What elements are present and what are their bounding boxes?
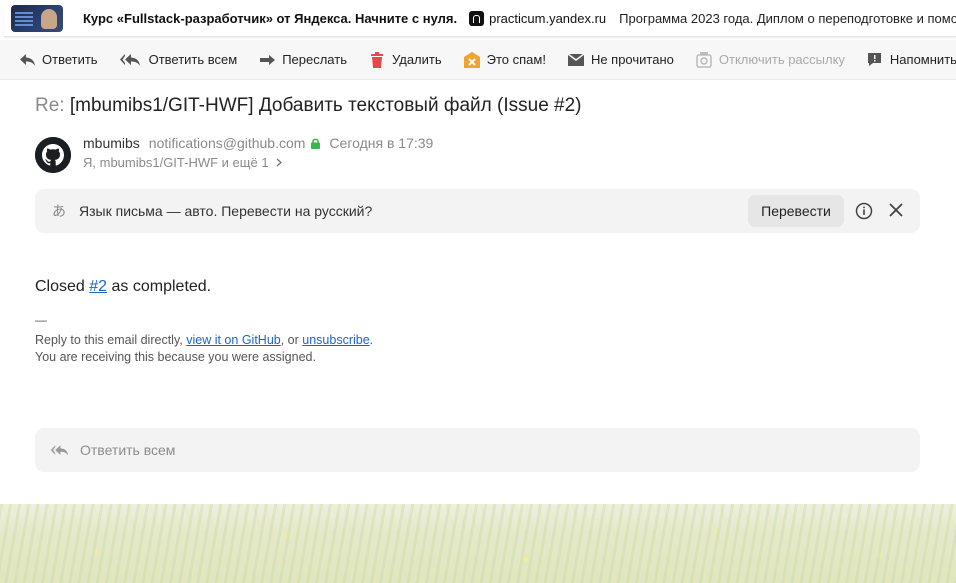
spam-label: Это спам! (486, 52, 546, 67)
unsubscribe-button[interactable]: Отключить рассылку (695, 51, 845, 68)
delete-button[interactable]: Удалить (368, 51, 442, 68)
quick-reply-label: Ответить всем (80, 442, 176, 458)
quick-reply-all-box[interactable]: Ответить всем (35, 428, 920, 472)
subject-prefix: Re: (35, 95, 65, 116)
message-date: Сегодня в 17:39 (329, 135, 434, 151)
unsubscribe-link[interactable]: unsubscribe (302, 333, 369, 347)
remind-button[interactable]: Напомнить (866, 52, 956, 68)
sender-avatar[interactable] (35, 137, 71, 173)
closed-suffix: as completed. (111, 278, 212, 295)
unsubscribe-label: Отключить рассылку (718, 52, 845, 67)
chevron-right-icon (276, 158, 282, 167)
forward-label: Переслать (282, 52, 347, 67)
delete-label: Удалить (391, 52, 442, 67)
reply-all-label: Ответить всем (148, 52, 238, 67)
sender-name[interactable]: mbumibs (83, 135, 140, 151)
translate-bar: あ Язык письма — авто. Перевести на русск… (35, 189, 920, 233)
spam-icon (463, 51, 481, 68)
spam-button[interactable]: Это спам! (463, 51, 546, 68)
svg-text:あ: あ (52, 204, 66, 219)
mark-unread-label: Не прочитано (590, 52, 674, 67)
sender-line: mbumibs notifications@github.com Сегодня… (83, 135, 433, 151)
info-icon[interactable] (855, 202, 873, 220)
recipients-toggle[interactable]: Я, mbumibs1/GIT-HWF и ещё 1 (83, 155, 282, 170)
close-icon[interactable] (888, 202, 904, 218)
footer-reply-prefix: Reply to this email directly, (35, 333, 183, 347)
practicum-logo-icon (469, 10, 485, 26)
translate-button[interactable]: Перевести (748, 195, 844, 227)
sender-email[interactable]: notifications@github.com (149, 135, 306, 151)
signature-dash: — (35, 313, 47, 327)
forward-arrow-icon (258, 52, 276, 68)
reminder-icon (866, 52, 884, 68)
footer-period: . (369, 333, 374, 347)
reply-all-icon (50, 444, 70, 457)
ad-title[interactable]: Курс «Fullstack-разработчик» от Яндекса.… (83, 11, 457, 26)
message-subject: Re: [mbumibs1/GIT-HWF] Добавить текстовы… (35, 95, 582, 117)
ad-description: Программа 2023 года. Диплом о переподгот… (619, 10, 956, 26)
issue-link[interactable]: #2 (89, 278, 107, 295)
forward-button[interactable]: Переслать (258, 52, 347, 68)
mark-unread-button[interactable]: Не прочитано (567, 52, 674, 68)
lock-icon (311, 138, 321, 149)
ad-banner[interactable]: Курс «Fullstack-разработчик» от Яндекса.… (4, 0, 956, 37)
body-closed-line: Closed #2 as completed. (35, 278, 211, 296)
reply-button[interactable]: Ответить (18, 52, 98, 68)
ad-domain[interactable]: practicum.yandex.ru (489, 11, 606, 26)
reply-all-icon (119, 52, 143, 68)
reply-label: Ответить (42, 52, 98, 67)
background-meadow-image (0, 504, 956, 583)
unsubscribe-icon (695, 51, 713, 68)
footer-or: , or (280, 333, 299, 347)
subject-text: [mbumibs1/GIT-HWF] Добавить текстовый фа… (69, 95, 582, 116)
trash-icon (368, 51, 386, 68)
translate-icon: あ (52, 203, 70, 219)
reply-icon (18, 52, 36, 68)
closed-prefix: Closed (35, 278, 85, 295)
envelope-icon (567, 52, 585, 68)
view-on-github-link[interactable]: view it on GitHub (186, 333, 280, 347)
translate-prompt: Язык письма — авто. Перевести на русский… (79, 203, 373, 219)
reply-all-button[interactable]: Ответить всем (119, 52, 238, 68)
message-toolbar: Ответить Ответить всем Переслать Удалить… (0, 40, 956, 80)
footer-receiving-line: You are receiving this because you were … (35, 350, 316, 364)
remind-label: Напомнить (889, 52, 956, 67)
ad-thumbnail (11, 4, 63, 32)
footer-reply-line: Reply to this email directly, view it on… (35, 333, 373, 347)
recipients-text: Я, mbumibs1/GIT-HWF и ещё 1 (83, 155, 269, 170)
github-icon (35, 137, 71, 173)
